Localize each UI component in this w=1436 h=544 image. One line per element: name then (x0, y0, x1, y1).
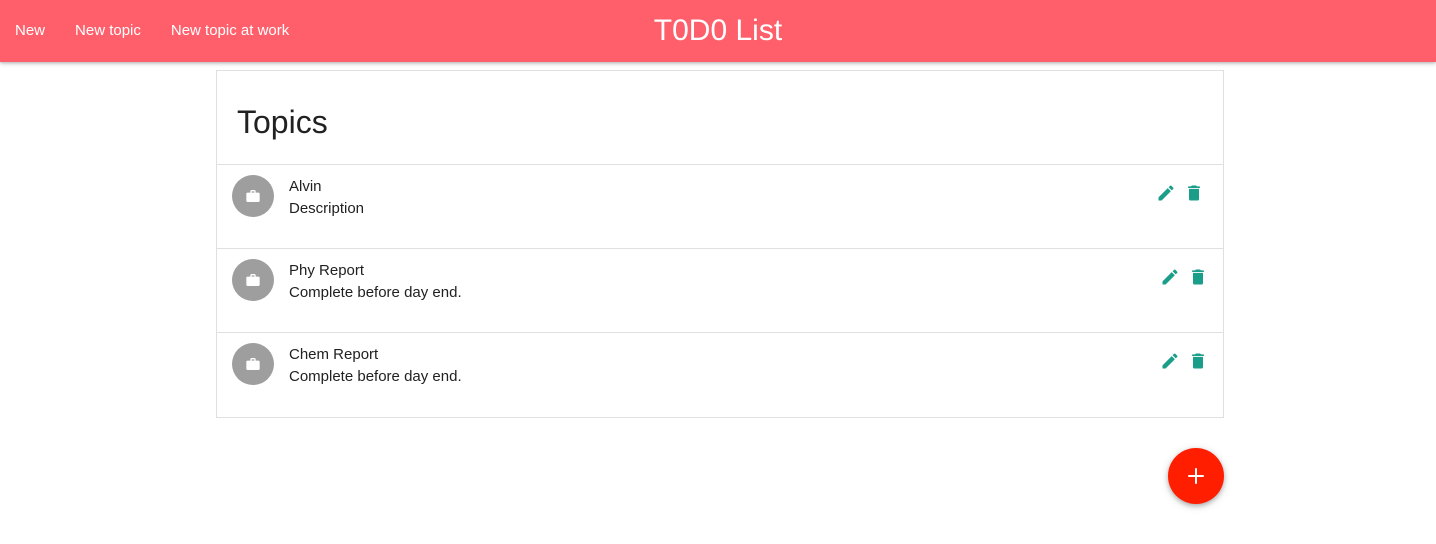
avatar (232, 343, 274, 385)
topics-header: Topics (217, 71, 1223, 165)
item-description: Complete before day end. (289, 284, 462, 301)
avatar (232, 259, 274, 301)
topics-collection: Topics Alvin Description Phy Report Comp… (216, 70, 1224, 418)
trash-icon (1188, 185, 1200, 201)
delete-button[interactable] (1187, 266, 1209, 288)
edit-button[interactable] (1155, 182, 1177, 204)
list-item: Chem Report Complete before day end. (217, 333, 1223, 417)
trash-icon (1192, 353, 1204, 369)
trash-icon (1192, 269, 1204, 285)
list-item: Alvin Description (217, 165, 1223, 249)
page-title: Topics (237, 104, 328, 140)
nav-link-new-topic[interactable]: New topic (60, 0, 156, 62)
delete-button[interactable] (1183, 182, 1205, 204)
item-title: Phy Report (289, 262, 365, 279)
pencil-icon (1158, 185, 1174, 201)
list-item: Phy Report Complete before day end. (217, 249, 1223, 333)
plus-icon (1188, 468, 1204, 484)
item-title: Alvin (289, 178, 322, 195)
briefcase-icon (246, 190, 260, 202)
pencil-icon (1162, 269, 1178, 285)
pencil-icon (1162, 353, 1178, 369)
edit-button[interactable] (1159, 350, 1181, 372)
briefcase-icon (246, 358, 260, 370)
add-topic-button[interactable] (1168, 448, 1224, 504)
nav-link-new[interactable]: New (0, 0, 60, 62)
item-description: Complete before day end. (289, 368, 462, 385)
edit-button[interactable] (1159, 266, 1181, 288)
briefcase-icon (246, 274, 260, 286)
brand-logo[interactable]: T0D0 List (654, 14, 782, 47)
nav-links: New New topic New topic at work (0, 0, 304, 62)
avatar (232, 175, 274, 217)
delete-button[interactable] (1187, 350, 1209, 372)
item-actions (1159, 266, 1209, 288)
nav-link-new-topic-at-work[interactable]: New topic at work (156, 0, 304, 62)
item-description: Description (289, 200, 365, 217)
item-actions (1159, 350, 1209, 372)
item-title: Chem Report (289, 346, 379, 363)
top-navbar: New New topic New topic at work T0D0 Lis… (0, 0, 1436, 62)
item-actions (1155, 182, 1205, 204)
